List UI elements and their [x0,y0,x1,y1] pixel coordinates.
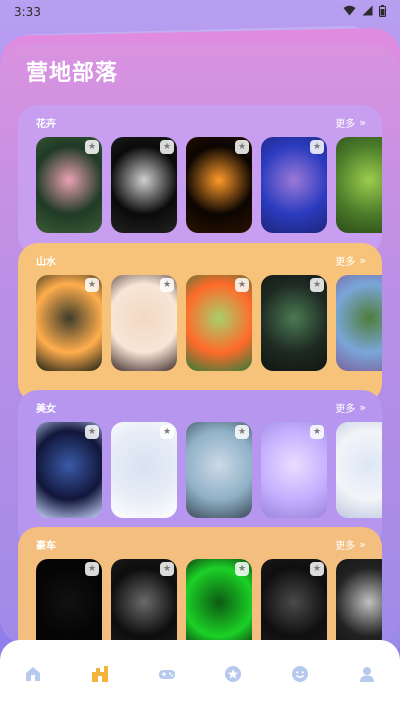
nav-profile[interactable] [347,664,387,688]
wallpaper-thumb-white-cosplay[interactable]: ★ [336,422,382,518]
wallpaper-thumb-fern-leaves[interactable]: ★ [261,275,327,371]
page-title: 营地部落 [26,61,119,86]
nav-games[interactable] [147,664,187,688]
thumb-row: ★ ★ ★ ★ ★ [36,275,382,371]
status-icons [343,4,386,20]
thumb-row: ★ ★ ★ ★ ★ [36,137,382,233]
battery-icon [379,4,386,20]
home-icon [23,664,43,688]
favorite-star-icon[interactable]: ★ [235,140,249,154]
wallpaper-thumb-white-dress[interactable]: ★ [111,422,177,518]
chevron-right-icon: » [359,253,366,267]
wallpaper-thumb-pink-roses[interactable]: ★ [36,137,102,233]
favorite-star-icon[interactable]: ★ [85,425,99,439]
nav-home[interactable] [13,664,53,688]
chevron-right-icon: » [359,537,366,551]
wallpaper-thumb-winter-cabin[interactable]: ★ [111,275,177,371]
more-link[interactable]: 更多 » [335,537,366,552]
more-label: 更多 [335,540,356,552]
favorite-star-icon[interactable]: ★ [310,562,324,576]
wallpaper-thumb-white-rose[interactable]: ★ [111,137,177,233]
star-icon [223,664,243,688]
wallpaper-thumb-hills-path[interactable]: ★ [336,275,382,371]
nav-fun[interactable] [280,664,320,688]
section-title: 豪车 [36,540,56,552]
gamepad-icon [157,664,177,688]
favorite-star-icon[interactable]: ★ [310,278,324,292]
section-flowers: 花卉 更多 » ★ ★ ★ ★ ★ [18,105,382,255]
favorite-star-icon[interactable]: ★ [160,425,174,439]
favorite-star-icon[interactable]: ★ [310,140,324,154]
more-label: 更多 [335,256,356,268]
smile-icon [290,664,310,688]
section-beauty: 美女 更多 » ★ ★ ★ ★ ★ [18,390,382,550]
wallpaper-thumb-sunset-forest[interactable]: ★ [36,275,102,371]
tribe-icon [90,664,110,688]
status-time: 3:33 [14,5,41,19]
wifi-icon [343,5,356,19]
user-icon [357,664,377,688]
status-bar: 3:33 [0,0,400,24]
favorite-star-icon[interactable]: ★ [85,278,99,292]
wallpaper-thumb-blue-kaleidoscope[interactable]: ★ [261,137,327,233]
nav-favorites[interactable] [213,664,253,688]
wallpaper-thumb-purple-girl[interactable]: ★ [261,422,327,518]
favorite-star-icon[interactable]: ★ [160,140,174,154]
favorite-star-icon[interactable]: ★ [235,562,249,576]
more-label: 更多 [335,403,356,415]
more-link[interactable]: 更多 » [335,253,366,268]
section-header: 花卉 更多 » [36,115,382,130]
bottom-nav [0,640,400,712]
favorite-star-icon[interactable]: ★ [85,140,99,154]
section-title: 美女 [36,403,56,415]
section-title: 花卉 [36,118,56,130]
more-link[interactable]: 更多 » [335,400,366,415]
wallpaper-thumb-beach-girl[interactable]: ★ [186,422,252,518]
favorite-star-icon[interactable]: ★ [160,278,174,292]
section-header: 美女 更多 » [36,400,382,415]
more-link[interactable]: 更多 » [335,115,366,130]
chevron-right-icon: » [359,400,366,414]
favorite-star-icon[interactable]: ★ [235,425,249,439]
favorite-star-icon[interactable]: ★ [310,425,324,439]
nav-tribe[interactable] [80,664,120,688]
favorite-star-icon[interactable]: ★ [85,562,99,576]
section-header: 山水 更多 » [36,253,382,268]
signal-icon [362,5,373,19]
section-header: 豪车 更多 » [36,537,382,552]
wallpaper-thumb-pine-branch[interactable]: ★ [336,137,382,233]
section-cars: 豪车 更多 » ★★★★★ [18,527,382,657]
wallpaper-thumb-autumn-river[interactable]: ★ [186,275,252,371]
more-label: 更多 [335,118,356,130]
wallpaper-thumb-golden-light[interactable]: ★ [186,137,252,233]
favorite-star-icon[interactable]: ★ [235,278,249,292]
section-landscape: 山水 更多 » ★ ★ ★ ★ ★ [18,243,382,403]
section-title: 山水 [36,256,56,268]
favorite-star-icon[interactable]: ★ [160,562,174,576]
wallpaper-thumb-dark-cosplay[interactable]: ★ [36,422,102,518]
thumb-row: ★ ★ ★ ★ ★ [36,422,382,518]
chevron-right-icon: » [359,115,366,129]
